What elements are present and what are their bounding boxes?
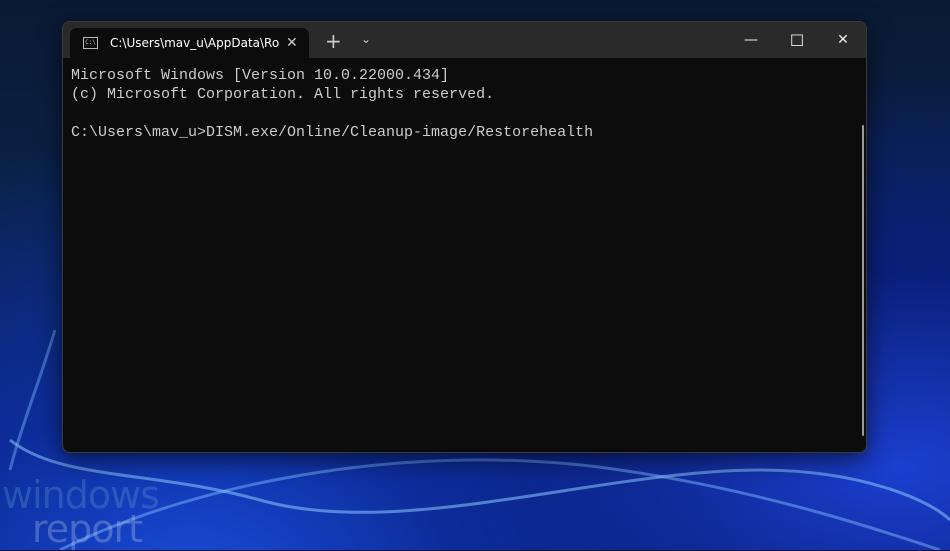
terminal-output[interactable]: Microsoft Windows [Version 10.0.22000.43…: [63, 58, 866, 142]
minimize-button[interactable]: —: [728, 22, 774, 58]
terminal-line: Microsoft Windows [Version 10.0.22000.43…: [71, 67, 450, 84]
new-tab-button[interactable]: +: [325, 29, 342, 53]
watermark-line2: report: [32, 507, 143, 551]
close-button[interactable]: ✕: [820, 22, 866, 58]
terminal-tab[interactable]: C:\ C:\Users\mav_u\AppData\Roam ✕: [70, 28, 309, 58]
scrollbar[interactable]: [862, 125, 864, 436]
chevron-down-icon[interactable]: ⌄: [361, 32, 371, 46]
terminal-line: (c) Microsoft Corporation. All rights re…: [71, 86, 495, 103]
title-bar[interactable]: C:\ C:\Users\mav_u\AppData\Roam ✕ + ⌄ — …: [63, 22, 866, 58]
cmd-icon: C:\: [83, 37, 98, 49]
watermark-logo: windows report: [2, 476, 160, 551]
maximize-button[interactable]: ☐: [774, 22, 820, 58]
terminal-command-line: C:\Users\mav_u>DISM.exe/Online/Cleanup-i…: [71, 124, 594, 141]
wallpaper-swirl: [8, 329, 57, 471]
close-tab-icon[interactable]: ✕: [286, 35, 298, 51]
tab-title: C:\Users\mav_u\AppData\Roam: [110, 36, 280, 50]
terminal-window: C:\ C:\Users\mav_u\AppData\Roam ✕ + ⌄ — …: [62, 21, 867, 453]
